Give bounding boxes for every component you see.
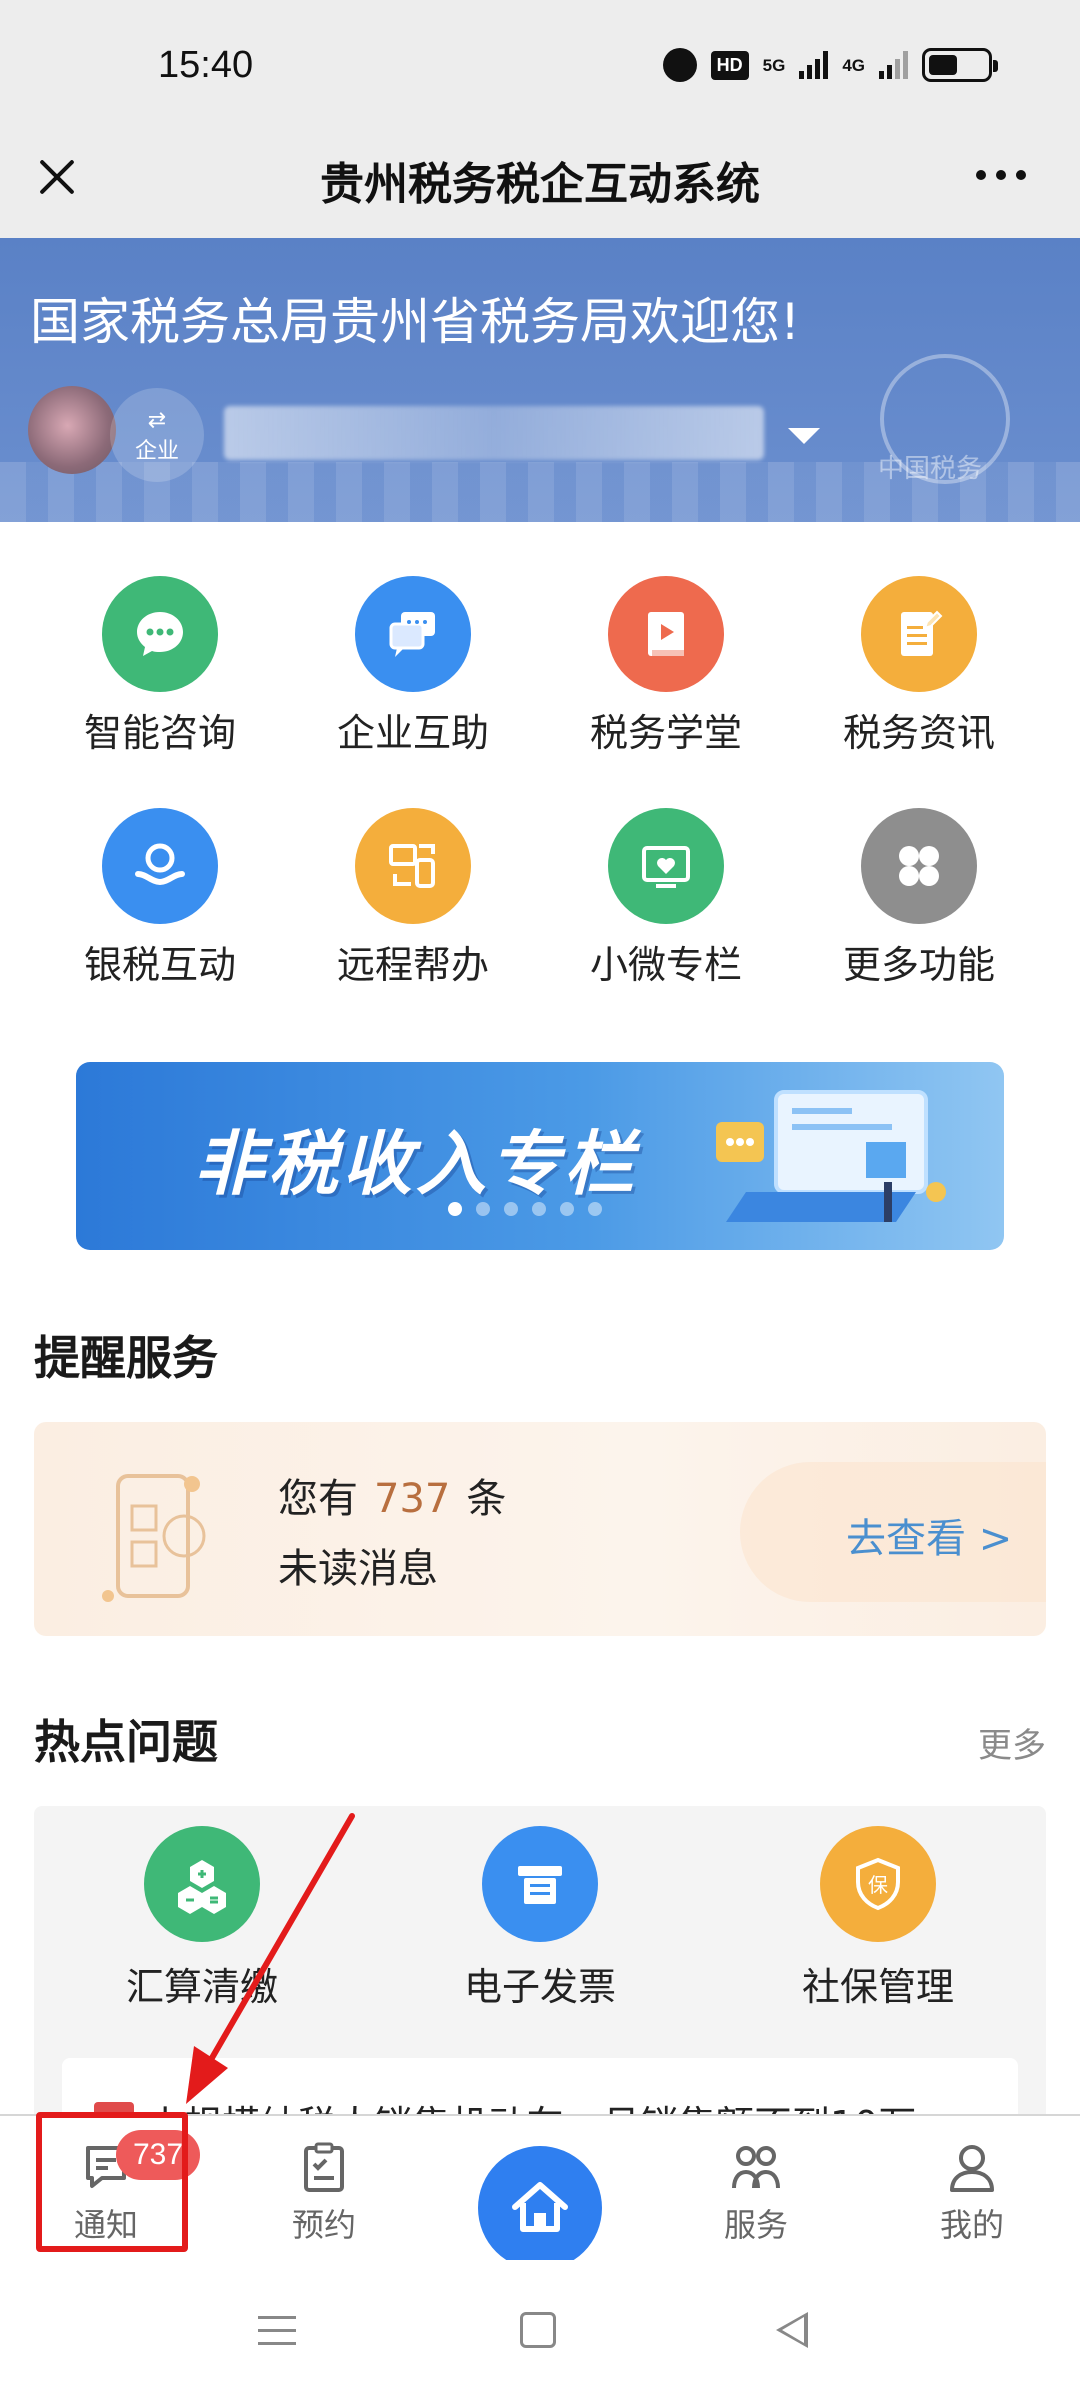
clover-icon (861, 808, 977, 924)
chat-bubble-icon (102, 576, 218, 692)
home-icon (512, 2182, 568, 2232)
unread-suffix: 条 (466, 1476, 507, 1522)
more-options-icon[interactable] (976, 170, 1026, 180)
hd-voice-icon: HD (710, 50, 749, 80)
unread-label: 未读消息 (278, 1546, 438, 1592)
status-time: 15:40 (158, 44, 254, 86)
network-5g-label: 5G (762, 55, 786, 75)
reminder-section-title: 提醒服务 (34, 1331, 218, 1385)
carousel-indicator[interactable] (448, 1202, 602, 1216)
play-book-icon (608, 576, 724, 692)
nav-label: 服务 (723, 2206, 788, 2244)
account-dropdown-icon[interactable] (788, 428, 820, 444)
hot-section-title: 热点问题 (34, 1715, 218, 1769)
hand-coin-icon (102, 808, 218, 924)
welcome-banner: 国家税务总局贵州省税务局欢迎您! ⇄ 企业 中国税务 (0, 238, 1080, 522)
function-item-tax-school[interactable]: 税务学堂 (566, 576, 766, 757)
nav-item-service[interactable]: 服务 (686, 2138, 826, 2246)
printer-icon (482, 1826, 598, 1942)
status-icons: HD 5G 4G (662, 48, 998, 82)
network-4g-label: 4G (842, 55, 865, 75)
hot-item-e-invoice[interactable]: 电子发票 (420, 1826, 660, 2011)
welcome-text: 国家税务总局贵州省税务局欢迎您! (30, 293, 801, 351)
function-label: 小微专栏 (589, 943, 742, 987)
function-item-small-business[interactable]: 小微专栏 (566, 808, 766, 989)
swap-icon: ⇄ (147, 408, 167, 433)
computer-illustration (716, 1090, 946, 1222)
carousel-dot[interactable] (560, 1202, 574, 1216)
carousel-dot[interactable] (588, 1202, 602, 1216)
hot-topics-panel: 汇算清缴 电子发票 保 社保管理 小规模纳税人销售机动车，月销售额不到10万 (34, 1806, 1046, 2146)
function-label: 更多功能 (842, 943, 995, 987)
calculator-icon (144, 1826, 260, 1942)
switch-account-button[interactable]: ⇄ 企业 (110, 388, 204, 482)
phone-illustration-icon (102, 1474, 206, 1602)
view-messages-area: 去查看 > (740, 1462, 1046, 1602)
nav-label: 我的 (939, 2206, 1004, 2244)
remote-screens-icon (355, 808, 471, 924)
carousel-dot-active[interactable] (448, 1202, 462, 1216)
nav-home-button[interactable] (478, 2146, 602, 2270)
account-name-blurred (224, 406, 764, 460)
document-edit-icon (861, 576, 977, 692)
alarm-icon (662, 48, 697, 82)
nav-label: 预约 (291, 2206, 356, 2244)
clipboard-icon (304, 2142, 344, 2192)
hot-item-social-insurance[interactable]: 保 社保管理 (758, 1826, 998, 2011)
carousel-dot[interactable] (476, 1202, 490, 1216)
function-item-smart-consult[interactable]: 智能咨询 (60, 576, 260, 757)
signal-4g-icon (879, 51, 908, 79)
unread-prefix: 您有 (278, 1476, 358, 1522)
function-label: 税务学堂 (589, 711, 742, 755)
status-bar: 15:40 HD 5G 4G (0, 0, 1080, 132)
title-bar: 贵州税务税企互动系统 (0, 132, 1080, 238)
hot-item-label: 电子发票 (463, 1965, 616, 2009)
home-square-icon[interactable] (520, 2312, 556, 2348)
hot-item-label: 社保管理 (801, 1965, 954, 2009)
view-messages-link[interactable]: 去查看 > (846, 1506, 1012, 1564)
unread-messages-card[interactable]: 您有 737 条 未读消息 去查看 > (34, 1422, 1046, 1636)
shield-bao-icon: 保 (820, 1826, 936, 1942)
function-label: 智能咨询 (83, 711, 236, 755)
user-icon (950, 2145, 994, 2192)
function-label: 银税互动 (83, 943, 236, 987)
hot-more-link[interactable]: 更多 (978, 1718, 1046, 1767)
annotation-highlight-box (36, 2112, 188, 2252)
function-label: 远程帮办 (336, 943, 489, 987)
unread-count: 737 (374, 1476, 451, 1522)
emblem-text: 中国税务 (878, 454, 983, 484)
carousel-dot[interactable] (504, 1202, 518, 1216)
messages-icon (355, 576, 471, 692)
hot-item-label: 汇算清缴 (125, 1965, 278, 2009)
function-item-enterprise-help[interactable]: 企业互助 (313, 576, 513, 757)
signal-5g-icon (799, 51, 829, 79)
promo-carousel[interactable]: 非税收入专栏 (76, 1062, 1004, 1250)
function-label: 企业互助 (336, 711, 489, 755)
battery-icon (922, 48, 998, 82)
system-gesture-bar (0, 2260, 1080, 2400)
function-item-remote-assist[interactable]: 远程帮办 (313, 808, 513, 989)
back-triangle-icon[interactable] (776, 2312, 808, 2348)
avatar (28, 386, 116, 474)
recent-apps-icon[interactable] (258, 2316, 296, 2355)
service-icon (732, 2146, 780, 2189)
hot-item-annual-settlement[interactable]: 汇算清缴 (82, 1826, 322, 2011)
carousel-dot[interactable] (532, 1202, 546, 1216)
nav-item-profile[interactable]: 我的 (902, 2138, 1042, 2246)
screen-heart-icon (608, 808, 724, 924)
function-item-more[interactable]: 更多功能 (819, 808, 1019, 989)
page-title: 贵州税务税企互动系统 (320, 159, 760, 210)
svg-text:保: 保 (868, 1873, 888, 1897)
function-item-tax-news[interactable]: 税务资讯 (819, 576, 1019, 757)
unread-count-text: 您有 737 条 (278, 1466, 506, 1524)
function-label: 税务资讯 (842, 711, 995, 755)
nav-item-appointment[interactable]: 预约 (254, 2138, 394, 2246)
promo-title: 非税收入专栏 (194, 1123, 638, 1205)
function-item-bank-tax[interactable]: 银税互动 (60, 808, 260, 989)
switch-account-label: 企业 (134, 439, 179, 464)
